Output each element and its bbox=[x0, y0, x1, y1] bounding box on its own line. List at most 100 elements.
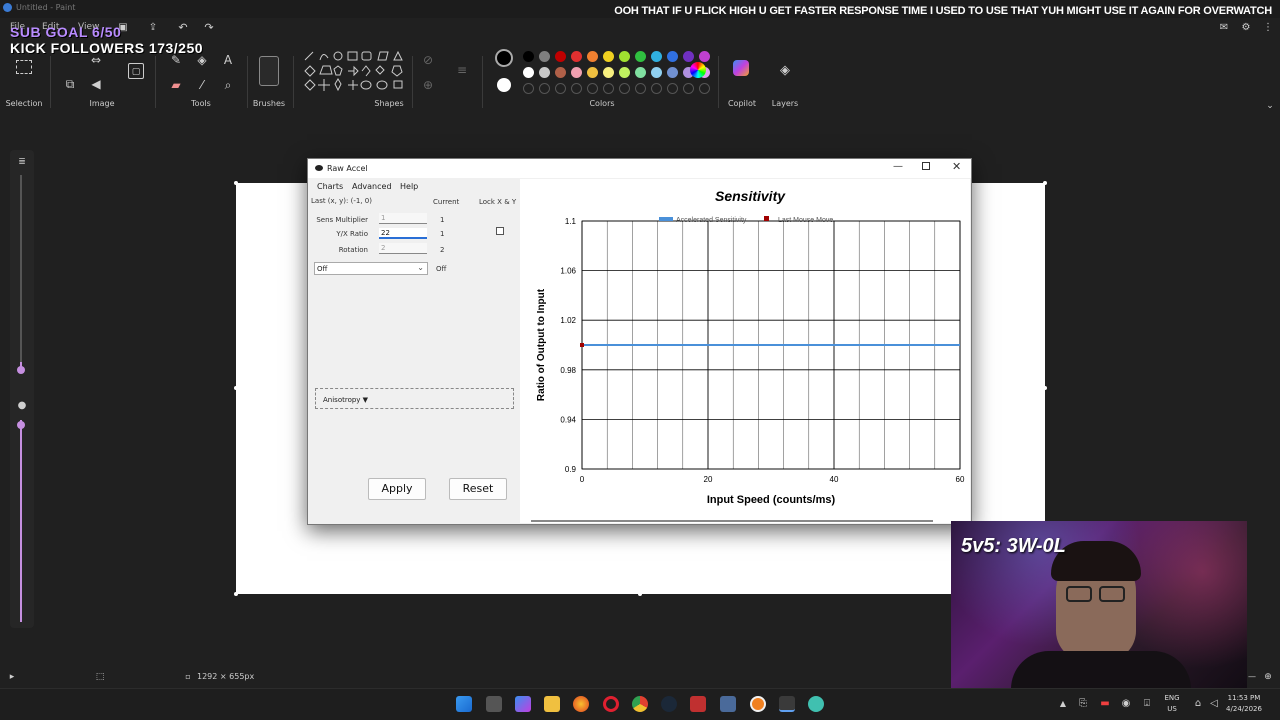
clock-date[interactable]: 4/24/2026 bbox=[1222, 705, 1266, 713]
raw-accel-titlebar[interactable]: Raw Accel — ✕ bbox=[308, 159, 971, 178]
chrome-icon[interactable] bbox=[632, 696, 648, 712]
color-swatch[interactable] bbox=[667, 51, 678, 62]
settings-icon[interactable]: ⚙ bbox=[1238, 20, 1254, 36]
color-swatch[interactable] bbox=[635, 67, 646, 78]
clock-time[interactable]: 11:53 PM bbox=[1222, 694, 1266, 702]
overwatch-icon[interactable] bbox=[750, 696, 766, 712]
color-palette-row1[interactable] bbox=[523, 51, 710, 62]
language-text[interactable]: ENG bbox=[1160, 694, 1184, 702]
tray-app-icon[interactable]: ▬ bbox=[1097, 696, 1113, 712]
color-swatch[interactable] bbox=[555, 51, 566, 62]
feedback-icon[interactable]: ✉ bbox=[1216, 20, 1232, 36]
edit-colors-icon[interactable] bbox=[690, 62, 706, 78]
canvas-handle[interactable] bbox=[234, 386, 238, 390]
size-slider-track[interactable] bbox=[20, 175, 22, 370]
accel-mode-select[interactable]: Off ⌄ bbox=[314, 262, 428, 275]
layers-icon[interactable]: ◈ bbox=[777, 63, 793, 79]
image-tool-icon[interactable]: ▢ bbox=[128, 63, 144, 79]
eraser-icon[interactable]: ▰ bbox=[168, 77, 184, 93]
paint-taskbar-icon[interactable] bbox=[808, 696, 824, 712]
region-text[interactable]: US bbox=[1160, 705, 1184, 713]
yx-ratio-input[interactable]: 22 bbox=[379, 228, 427, 239]
canvas-handle[interactable] bbox=[638, 592, 642, 596]
color-swatch[interactable] bbox=[523, 67, 534, 78]
canvas-handle[interactable] bbox=[1043, 386, 1047, 390]
steam-tray-icon[interactable]: ◉ bbox=[1118, 696, 1134, 712]
app-icon[interactable] bbox=[720, 696, 736, 712]
task-view-icon[interactable] bbox=[486, 696, 502, 712]
canvas-handle[interactable] bbox=[234, 181, 238, 185]
more-icon[interactable]: ⋮ bbox=[1260, 20, 1276, 36]
fill-icon[interactable]: ◈ bbox=[194, 52, 210, 68]
size-slider-thumb[interactable] bbox=[17, 366, 25, 374]
menu-help[interactable]: Help bbox=[400, 182, 418, 191]
voicemod-icon[interactable] bbox=[690, 696, 706, 712]
mic-icon[interactable]: ⍗ bbox=[1139, 696, 1155, 712]
chart-scrollbar[interactable] bbox=[531, 520, 933, 522]
color-swatch[interactable] bbox=[539, 67, 550, 78]
start-icon[interactable] bbox=[456, 696, 472, 712]
copilot-icon[interactable] bbox=[733, 60, 749, 76]
color-swatch[interactable] bbox=[603, 67, 614, 78]
network-icon[interactable]: ⌂ bbox=[1190, 696, 1206, 712]
resize-icon[interactable]: ⇔ bbox=[88, 52, 104, 68]
steam-icon[interactable] bbox=[661, 696, 677, 712]
anisotropy-toggle[interactable]: Anisotropy ▼ bbox=[323, 396, 368, 404]
undo-icon[interactable]: ↶ bbox=[175, 20, 191, 36]
brushes-icon[interactable] bbox=[259, 56, 279, 86]
color-swatch[interactable] bbox=[651, 51, 662, 62]
color-swatch[interactable] bbox=[635, 51, 646, 62]
menu-charts[interactable]: Charts bbox=[317, 182, 343, 191]
collapse-ribbon-icon[interactable]: ⌄ bbox=[1262, 98, 1278, 114]
color-swatch[interactable] bbox=[539, 51, 550, 62]
menu-advanced[interactable]: Advanced bbox=[352, 182, 392, 191]
reset-button[interactable]: Reset bbox=[449, 478, 507, 500]
color-swatch[interactable] bbox=[667, 67, 678, 78]
select-rect-icon[interactable] bbox=[16, 60, 32, 74]
custom-color-row[interactable] bbox=[523, 83, 710, 94]
canvas-handle[interactable] bbox=[234, 592, 238, 596]
rotate-icon[interactable]: ◀ bbox=[88, 76, 104, 92]
color-swatch[interactable] bbox=[587, 67, 598, 78]
apply-button[interactable]: Apply bbox=[368, 478, 426, 500]
anisotropy-group[interactable]: Anisotropy ▼ bbox=[315, 388, 514, 409]
primary-color-swatch[interactable] bbox=[495, 49, 513, 67]
rotation-input[interactable]: 2 bbox=[379, 243, 427, 254]
close-button[interactable]: ✕ bbox=[952, 160, 961, 173]
color-swatch[interactable] bbox=[619, 51, 630, 62]
color-swatch[interactable] bbox=[555, 67, 566, 78]
color-picker-icon[interactable]: ⁄ bbox=[194, 77, 210, 93]
color-swatch[interactable] bbox=[571, 67, 582, 78]
raw-accel-taskbar-icon[interactable] bbox=[779, 696, 795, 712]
crop-icon[interactable]: ⧉ bbox=[62, 76, 78, 92]
redo-icon[interactable]: ↷ bbox=[201, 20, 217, 36]
file-explorer-icon[interactable] bbox=[544, 696, 560, 712]
shapes-gallery[interactable] bbox=[302, 50, 406, 96]
color-swatch[interactable] bbox=[587, 51, 598, 62]
volume-icon[interactable]: ◁ bbox=[1206, 696, 1222, 712]
color-swatch[interactable] bbox=[619, 67, 630, 78]
color-swatch[interactable] bbox=[571, 51, 582, 62]
opacity-slider-track[interactable] bbox=[20, 420, 22, 622]
tray-overflow-icon[interactable]: ▲ bbox=[1055, 696, 1071, 712]
opera-icon[interactable] bbox=[603, 696, 619, 712]
minimize-button[interactable]: — bbox=[893, 161, 903, 172]
color-swatch[interactable] bbox=[603, 51, 614, 62]
copilot-taskbar-icon[interactable] bbox=[515, 696, 531, 712]
text-icon[interactable]: A bbox=[220, 52, 236, 68]
magnifier-icon[interactable]: ⌕ bbox=[220, 77, 236, 93]
color-swatch[interactable] bbox=[683, 51, 694, 62]
zoom-out-icon[interactable]: — bbox=[1244, 669, 1260, 685]
maximize-button[interactable] bbox=[922, 162, 930, 170]
zoom-in-icon[interactable]: ⊕ bbox=[1260, 669, 1276, 685]
lock-xy-checkbox[interactable] bbox=[496, 227, 504, 235]
color-swatch[interactable] bbox=[523, 51, 534, 62]
color-swatch[interactable] bbox=[651, 67, 662, 78]
pencil-icon[interactable]: ✎ bbox=[168, 52, 184, 68]
firefox-icon[interactable] bbox=[573, 696, 589, 712]
sens-multiplier-input[interactable]: 1 bbox=[379, 213, 427, 224]
secondary-color-swatch[interactable] bbox=[497, 78, 511, 92]
canvas-handle[interactable] bbox=[1043, 181, 1047, 185]
share-icon[interactable]: ⇪ bbox=[145, 20, 161, 36]
opacity-slider-thumb[interactable] bbox=[17, 421, 25, 429]
